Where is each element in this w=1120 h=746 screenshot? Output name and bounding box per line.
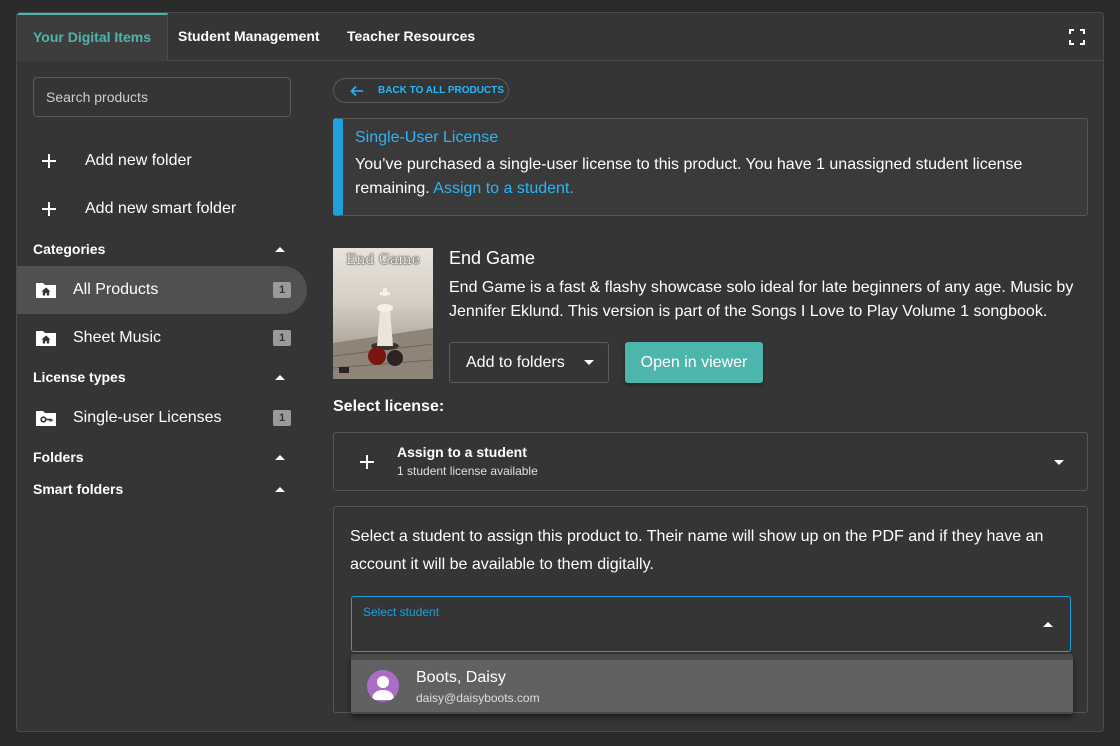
section-smart-folders-label: Smart folders [33, 481, 124, 497]
open-in-viewer-button[interactable]: Open in viewer [625, 342, 763, 383]
assign-subtitle: 1 student license available [397, 464, 538, 478]
add-to-folders-label: Add to folders [466, 353, 565, 371]
assign-instructions: Select a student to assign this product … [350, 528, 1044, 573]
section-folders[interactable]: Folders [33, 445, 289, 469]
section-license-types-label: License types [33, 369, 126, 385]
sidebar-item-sheet-music[interactable]: Sheet Music 1 [17, 314, 307, 362]
sidebar: Add new folder Add new smart folder Cate… [17, 61, 309, 731]
add-new-smart-folder-button[interactable]: Add new smart folder [33, 189, 293, 229]
fullscreen-icon[interactable] [1069, 29, 1085, 45]
cover-title: End Game [346, 252, 420, 268]
section-smart-folders[interactable]: Smart folders [33, 477, 289, 501]
plus-icon [360, 455, 374, 469]
count-badge: 1 [273, 410, 291, 426]
add-to-folders-button[interactable]: Add to folders [449, 342, 609, 383]
add-new-folder-label: Add new folder [85, 152, 192, 169]
assign-title: Assign to a student [397, 444, 527, 460]
sidebar-item-label: Single-user Licenses [73, 409, 222, 426]
section-folders-label: Folders [33, 449, 84, 465]
student-option[interactable]: Boots, Daisy daisy@daisyboots.com [351, 660, 1073, 712]
collapse-arrow-icon [275, 374, 285, 380]
select-license-heading: Select license: [333, 398, 445, 415]
collapse-arrow-icon [275, 246, 285, 252]
sidebar-item-all-products[interactable]: All Products 1 [17, 266, 307, 314]
alert-body: You’ve purchased a single-user license t… [355, 153, 1075, 201]
chevron-down-icon [1054, 460, 1064, 465]
key-folder-icon [36, 411, 56, 426]
assign-to-student-link[interactable]: Assign to a student. [433, 180, 574, 197]
tab-student-management[interactable]: Student Management [162, 13, 336, 61]
plus-icon [42, 202, 56, 216]
alert-title: Single-User License [355, 129, 499, 146]
search-input[interactable] [33, 77, 291, 117]
tab-teacher-resources[interactable]: Teacher Resources [331, 13, 491, 61]
assign-student-panel[interactable]: Assign to a student 1 student license av… [333, 432, 1088, 491]
student-name: Boots, Daisy [416, 669, 506, 686]
tab-your-digital-items[interactable]: Your Digital Items [17, 13, 168, 61]
select-student-field[interactable]: Select student [351, 596, 1071, 652]
count-badge: 1 [273, 282, 291, 298]
section-categories-label: Categories [33, 241, 106, 257]
product-title: End Game [449, 248, 536, 268]
sidebar-item-single-user-licenses[interactable]: Single-user Licenses 1 [17, 394, 307, 442]
arrow-left-icon [350, 85, 363, 96]
count-badge: 1 [273, 330, 291, 346]
sidebar-item-label: Sheet Music [73, 329, 162, 346]
sidebar-item-label: All Products [73, 281, 159, 298]
avatar-icon [367, 670, 399, 702]
collapse-arrow-icon [275, 454, 285, 460]
chevron-down-icon [584, 360, 594, 365]
tab-bar: Your Digital Items Student Management Te… [17, 13, 1103, 61]
collapse-arrow-icon [275, 486, 285, 492]
select-student-label: Select student [363, 605, 440, 619]
product-cover-image: End Game [333, 248, 433, 379]
assign-detail-panel: Select a student to assign this product … [333, 506, 1088, 714]
app-window: Your Digital Items Student Management Te… [16, 12, 1104, 732]
add-new-folder-button[interactable]: Add new folder [33, 141, 293, 181]
chevron-up-icon [1043, 622, 1053, 627]
add-new-smart-folder-label: Add new smart folder [85, 200, 237, 217]
home-folder-icon [36, 331, 56, 346]
student-email: daisy@daisyboots.com [416, 691, 540, 705]
section-license-types[interactable]: License types [33, 365, 289, 389]
back-to-all-products-button[interactable]: BACK TO ALL PRODUCTS [333, 78, 509, 103]
section-categories[interactable]: Categories [33, 237, 289, 261]
back-label: BACK TO ALL PRODUCTS [378, 85, 504, 96]
product-description: End Game is a fast & flashy showcase sol… [449, 279, 1074, 320]
plus-icon [42, 154, 56, 168]
student-dropdown-menu: Boots, Daisy daisy@daisyboots.com [351, 654, 1073, 714]
home-folder-icon [36, 283, 56, 298]
license-alert: Single-User License You’ve purchased a s… [333, 118, 1088, 216]
main-content: BACK TO ALL PRODUCTS Single-User License… [333, 61, 1088, 731]
